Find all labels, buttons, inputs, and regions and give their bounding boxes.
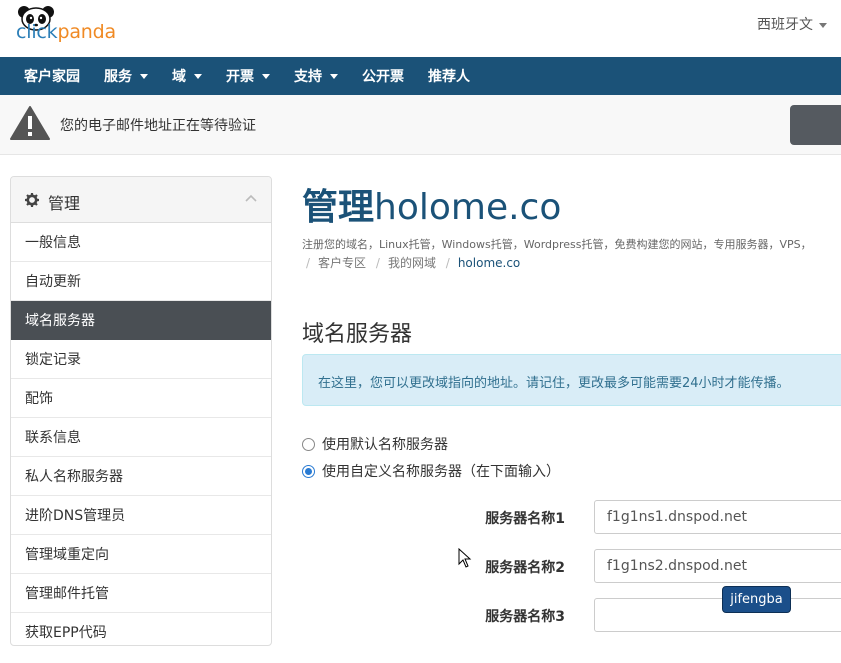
sidebar-item[interactable]: 获取EPP代码	[11, 613, 271, 645]
manage-sidebar: 管理 一般信息 自动更新 域名服务器 锁定记录 配饰 联系信息 私人名称服务器 进阶DNS管理…	[10, 176, 272, 646]
chevron-down-icon	[819, 22, 827, 28]
nav-item-label: 域	[172, 69, 186, 85]
section-heading: 域名服务器	[302, 322, 413, 347]
nameserver-3-label: 服务器名称3	[485, 609, 565, 625]
nav-item-label: 支持	[294, 69, 322, 85]
nav-item-label: 公开票	[362, 69, 404, 85]
sidebar-header[interactable]: 管理	[11, 177, 271, 223]
sidebar-item[interactable]: 自动更新	[11, 262, 271, 301]
top-header: clickpanda 西班牙文	[0, 0, 841, 57]
chevron-down-icon	[140, 73, 148, 79]
language-label: 西班牙文	[757, 17, 813, 33]
sidebar-item[interactable]: 锁定记录	[11, 340, 271, 379]
nav-item-label: 推荐人	[428, 69, 470, 85]
email-verification-alert: 您的电子邮件地址正在等待验证	[0, 95, 841, 155]
page-title-domain: holome.co	[374, 187, 562, 228]
brand-part1: click	[16, 21, 58, 43]
radio-default-nameservers[interactable]: 使用默认名称服务器	[302, 434, 448, 454]
breadcrumb-current: holome.co	[457, 256, 521, 270]
sidebar-title: 管理	[48, 194, 81, 213]
nav-item[interactable]: 支持	[282, 57, 350, 95]
resend-verification-button[interactable]	[790, 105, 841, 145]
nameserver-2-input[interactable]	[594, 549, 841, 583]
nameserver-3-input[interactable]	[594, 598, 841, 632]
nameserver-1-input[interactable]	[594, 500, 841, 534]
nav-item-label: 服务	[104, 69, 132, 85]
chevron-up-icon[interactable]	[245, 194, 257, 202]
warning-icon	[10, 106, 50, 140]
mouse-pointer-icon	[458, 548, 472, 568]
breadcrumb: / 客户专区 / 我的网域 / holome.co	[306, 256, 521, 270]
nameserver-2-label: 服务器名称2	[485, 560, 565, 576]
chevron-down-icon	[194, 73, 202, 79]
page-title: 管理holome.co	[302, 178, 561, 230]
nameserver-1-label: 服务器名称1	[485, 511, 565, 527]
sidebar-item[interactable]: 域名服务器	[11, 301, 271, 340]
nav-item[interactable]: 服务	[92, 57, 160, 95]
sidebar-item[interactable]: 私人名称服务器	[11, 457, 271, 496]
nav-item-label: 开票	[226, 69, 254, 85]
brand-wordmark[interactable]: clickpanda	[16, 21, 116, 43]
sidebar-item[interactable]: 管理邮件托管	[11, 574, 271, 613]
info-alert: 在这里，您可以更改域指向的地址。请记住，更改最多可能需要24小时才能传播。	[302, 354, 841, 406]
nav-item[interactable]: 推荐人	[416, 57, 482, 95]
breadcrumb-my-domains[interactable]: 我的网域	[388, 256, 436, 270]
chevron-down-icon	[330, 73, 338, 79]
chevron-down-icon	[262, 73, 270, 79]
sidebar-item[interactable]: 联系信息	[11, 418, 271, 457]
language-selector[interactable]: 西班牙文	[757, 14, 827, 34]
nav-item[interactable]: 开票	[214, 57, 282, 95]
sidebar-item[interactable]: 一般信息	[11, 223, 271, 262]
gear-icon	[25, 193, 39, 207]
radio-default-label: 使用默认名称服务器	[322, 437, 448, 453]
watermark-badge: jifengba	[722, 586, 791, 613]
sidebar-item[interactable]: 进阶DNS管理员	[11, 496, 271, 535]
nav-item[interactable]: 客户家园	[12, 57, 92, 95]
nav-item[interactable]: 公开票	[350, 57, 416, 95]
page-title-prefix: 管理	[302, 187, 375, 228]
alert-message: 您的电子邮件地址正在等待验证	[60, 118, 256, 134]
nav-item[interactable]: 域	[160, 57, 214, 95]
radio-button[interactable]	[302, 437, 315, 451]
radio-custom-label: 使用自定义名称服务器（在下面输入）	[322, 464, 560, 480]
main-navbar: 客户家园 服务 域 开票 支持 公开票 推荐人	[0, 57, 841, 95]
page-tagline: 注册您的域名，Linux托管，Windows托管，Wordpress托管，免费构…	[302, 238, 812, 251]
brand-part2: panda	[57, 21, 116, 43]
radio-button-selected[interactable]	[302, 464, 315, 478]
nav-item-label: 客户家园	[24, 69, 80, 85]
radio-custom-nameservers[interactable]: 使用自定义名称服务器（在下面输入）	[302, 461, 560, 481]
sidebar-item[interactable]: 配饰	[11, 379, 271, 418]
sidebar-item[interactable]: 管理域重定向	[11, 535, 271, 574]
breadcrumb-client-area[interactable]: 客户专区	[318, 256, 366, 270]
